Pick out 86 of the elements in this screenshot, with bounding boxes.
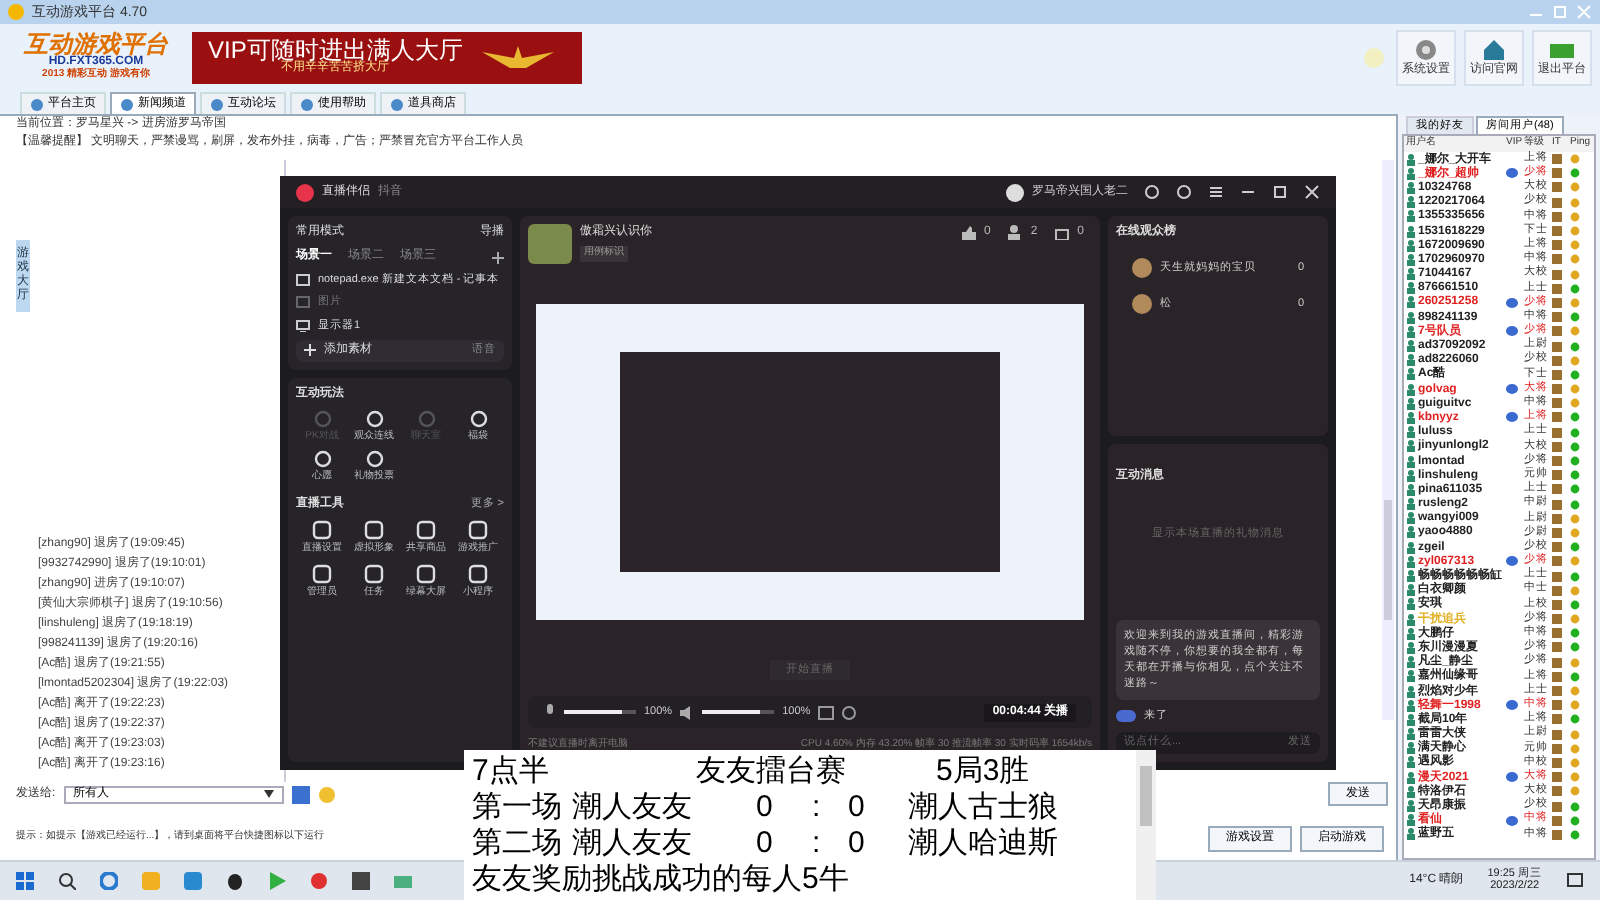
avatar-icon <box>1006 183 1024 201</box>
person-icon <box>1006 224 1023 240</box>
window-icon <box>296 274 310 287</box>
round-label: 第二场 <box>472 827 564 857</box>
tool-icon <box>416 519 436 540</box>
start-time: 7点半 <box>472 755 551 785</box>
plus-icon <box>304 344 316 357</box>
score: 0 <box>756 827 775 857</box>
tab-icon <box>390 97 404 111</box>
tool-icon <box>417 409 435 428</box>
score-separator: : <box>812 791 823 821</box>
record-icon[interactable] <box>310 872 328 890</box>
score: 0 <box>848 827 867 857</box>
vip-badge-icon <box>1506 556 1518 567</box>
exit-sign-icon <box>1550 38 1574 62</box>
score: 0 <box>848 791 867 821</box>
tab-icon <box>210 97 224 111</box>
play-icon[interactable] <box>268 872 286 890</box>
u-app-icon[interactable] <box>184 872 202 890</box>
penguin-icon[interactable] <box>226 872 244 890</box>
match-format: 5局3胜 <box>936 755 1030 785</box>
vip-badge-icon <box>1506 168 1518 179</box>
tool-icon <box>468 519 488 540</box>
vip-badge-icon <box>1506 815 1518 826</box>
tool-icon <box>364 564 384 585</box>
image-icon <box>296 296 310 309</box>
fan-badge-icon <box>1116 709 1136 722</box>
tool-icon <box>364 519 384 540</box>
round-label: 第一场 <box>472 791 564 821</box>
settings-icon <box>842 705 857 719</box>
tab-icon <box>120 97 134 111</box>
monitor-icon <box>296 319 310 332</box>
banner-title: VIP可随时进出满人大厅 <box>208 37 463 62</box>
microphone-icon <box>544 704 556 720</box>
score-separator: : <box>812 827 823 857</box>
tool-icon <box>469 409 487 428</box>
chat-bubble-icon <box>1360 45 1388 69</box>
gear-icon <box>1414 38 1438 62</box>
team-name: 潮人友友 <box>572 827 694 857</box>
app-logo-icon <box>296 183 314 201</box>
font-icon <box>291 785 310 803</box>
vip-badge-icon <box>1506 326 1518 337</box>
tool-icon <box>365 450 383 469</box>
vip-badge-icon <box>1506 412 1518 423</box>
close-icon <box>1304 184 1320 200</box>
menu-icon <box>1208 184 1224 200</box>
tool-icon <box>312 564 332 585</box>
camera-icon <box>818 705 835 719</box>
notification-icon <box>1566 872 1584 890</box>
team-name: 潮人古士狼 <box>908 791 1058 821</box>
team-name: 潮人哈迪斯 <box>908 827 1058 857</box>
gift-icon <box>1053 224 1070 240</box>
house-icon <box>1482 38 1506 62</box>
windows-logo-icon[interactable] <box>16 872 34 890</box>
tool-icon <box>313 409 331 428</box>
vip-badge-icon <box>1506 700 1518 711</box>
tab-icon <box>300 97 314 111</box>
tool-icon <box>468 564 488 585</box>
logo-text: 互动游戏平台 <box>24 32 168 57</box>
tool-icon <box>313 450 331 469</box>
vip-badge-icon <box>1506 772 1518 783</box>
reward-note: 友友奖励挑战成功的每人5牛 <box>472 863 849 893</box>
app-icon <box>8 4 24 20</box>
close-icon <box>1576 4 1592 20</box>
caret-icon <box>263 790 274 798</box>
folder-icon[interactable] <box>394 872 412 890</box>
maximize-icon <box>1272 184 1288 200</box>
tool-icon <box>416 564 436 585</box>
event-title: 友友擂台赛 <box>696 755 848 785</box>
tool-icon <box>312 519 332 540</box>
headset-icon <box>1144 184 1160 200</box>
help-icon <box>1176 184 1192 200</box>
search-icon[interactable] <box>58 872 76 890</box>
speaker-icon <box>680 705 695 719</box>
vip-badge-icon <box>1506 384 1518 395</box>
swirl-icon[interactable] <box>100 872 118 890</box>
room-cover-icon <box>528 224 572 264</box>
score: 0 <box>756 791 775 821</box>
tool-icon <box>365 409 383 428</box>
maximize-icon <box>1552 4 1568 20</box>
vip-badge-icon <box>1506 297 1518 308</box>
thumbs-up-icon <box>959 224 976 240</box>
tab-icon <box>30 97 44 111</box>
team-name: 潮人友友 <box>572 791 694 821</box>
plus-icon <box>492 251 504 263</box>
emoji-icon <box>317 785 336 803</box>
